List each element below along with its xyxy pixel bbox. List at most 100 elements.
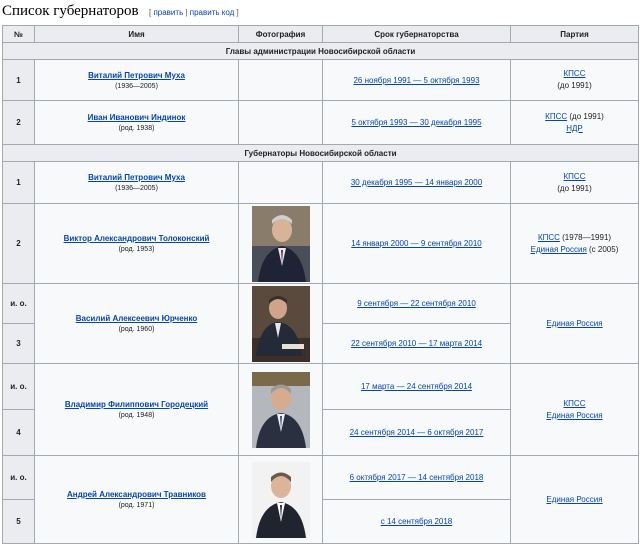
row-number: 4 — [2, 409, 35, 456]
term-link[interactable]: 24 сентября 2014 — 6 октября 2017 — [350, 428, 484, 437]
party-link-kpss[interactable]: КПСС — [538, 233, 560, 242]
party-cell: КПСС Единая Россия — [510, 363, 639, 456]
table-row: и. о. Андрей Александрович Травников (род… — [2, 455, 639, 544]
row-number: 5 — [2, 499, 35, 544]
photo-cell — [238, 203, 323, 284]
photo-cell — [238, 363, 323, 456]
name-cell: Виталий Петрович Муха (1936—2005) — [34, 59, 239, 101]
table-row: и. о. Василий Алексеевич Юрченко (род. 19… — [2, 283, 639, 364]
term-cell: 26 ноября 1991 — 5 октября 1993 — [322, 59, 511, 101]
term-link[interactable]: 14 января 2000 — 9 сентября 2010 — [351, 239, 481, 248]
party-note: (1978—1991) — [559, 232, 612, 242]
term-link[interactable]: 26 ноября 1991 — 5 октября 1993 — [353, 76, 479, 85]
photo-cell — [238, 283, 323, 364]
governor-photo[interactable] — [251, 285, 310, 362]
term-link[interactable]: 6 октября 2017 — 14 сентября 2018 — [350, 473, 484, 482]
party-link-kpss[interactable]: КПСС — [564, 399, 586, 408]
governor-years: (род. 1971) — [118, 502, 155, 509]
section-title: Список губернаторов — [2, 3, 139, 19]
term-cell: 30 декабря 1995 — 14 января 2000 — [322, 161, 511, 204]
party-link-kpss[interactable]: КПСС — [564, 172, 586, 181]
row-number: 2 — [2, 100, 35, 145]
row-number-acting: и. о. — [2, 283, 35, 324]
party-link-er[interactable]: Единая Россия — [546, 411, 602, 420]
party-link-er[interactable]: Единая Россия — [546, 319, 602, 328]
row-number-acting: и. о. — [2, 363, 35, 410]
name-cell: Василий Алексеевич Юрченко (род. 1960) — [34, 283, 239, 364]
term-link[interactable]: с 14 сентября 2018 — [381, 517, 453, 526]
row-number: 3 — [2, 323, 35, 364]
term-link[interactable]: 17 марта — 24 сентября 2014 — [361, 382, 472, 391]
table-row: и. о. Владимир Филиппович Городецкий (род… — [2, 363, 639, 456]
col-header-term: Срок губернаторства — [322, 25, 511, 43]
party-link-ndr[interactable]: НДР — [566, 124, 583, 133]
col-header-party: Партия — [510, 25, 639, 43]
term-cell: 17 марта — 24 сентября 2014 — [322, 363, 511, 410]
party-note: (до 1991) — [567, 111, 604, 121]
party-note: (с 2005) — [586, 244, 619, 254]
section-heading: Список губернаторов [ править | править … — [0, 0, 640, 20]
section-row-heads: Главы администрации Новосибирской област… — [2, 42, 639, 60]
table-header-row: № Имя Фотография Срок губернаторства Пар… — [2, 25, 639, 43]
party-cell: КПСС (1978—1991) Единая Россия (с 2005) — [510, 203, 639, 284]
governor-name-link[interactable]: Виталий Петрович Муха — [37, 173, 236, 182]
row-number-acting: и. о. — [2, 455, 35, 500]
governor-years: (1936—2005) — [115, 185, 158, 192]
governor-name-link[interactable]: Владимир Филиппович Городецкий — [37, 400, 236, 409]
section-row-governors: Губернаторы Новосибирской области — [2, 144, 639, 162]
term-cell: с 14 сентября 2018 — [322, 499, 511, 544]
party-cell: Единая Россия — [510, 283, 639, 364]
governor-name-link[interactable]: Виталий Петрович Муха — [37, 71, 236, 80]
governor-photo[interactable] — [251, 371, 310, 448]
governor-name-link[interactable]: Иван Иванович Индинок — [37, 113, 236, 122]
governor-name-link[interactable]: Василий Алексеевич Юрченко — [37, 314, 236, 323]
edit-links: [ править | править код ] — [149, 8, 239, 17]
party-cell: КПСС (до 1991) — [510, 59, 639, 101]
governors-table: № Имя Фотография Срок губернаторства Пар… — [2, 25, 639, 544]
photo-cell — [238, 161, 323, 204]
party-note: (до 1991) — [557, 81, 592, 90]
name-cell: Виктор Александрович Толоконский (род. 19… — [34, 203, 239, 284]
photo-cell — [238, 455, 323, 544]
table-row: 1 Виталий Петрович Муха (1936—2005) 26 но… — [2, 59, 639, 101]
row-number: 2 — [2, 203, 35, 284]
photo-cell — [238, 100, 323, 145]
photo-cell — [238, 59, 323, 101]
col-header-name: Имя — [34, 25, 239, 43]
term-cell: 24 сентября 2014 — 6 октября 2017 — [322, 409, 511, 456]
governor-photo[interactable] — [251, 205, 310, 282]
name-cell: Владимир Филиппович Городецкий (род. 1948… — [34, 363, 239, 456]
term-link[interactable]: 5 октября 1993 — 30 декабря 1995 — [351, 118, 481, 127]
term-cell: 6 октября 2017 — 14 сентября 2018 — [322, 455, 511, 500]
party-cell: КПСС (до 1991) НДР — [510, 100, 639, 145]
section-governors-title: Губернаторы Новосибирской области — [2, 144, 639, 162]
term-cell: 22 сентября 2010 — 17 марта 2014 — [322, 323, 511, 364]
party-link-er[interactable]: Единая Россия — [531, 245, 587, 254]
col-header-number: № — [2, 25, 35, 43]
party-link-kpss[interactable]: КПСС — [564, 69, 586, 78]
name-cell: Андрей Александрович Травников (род. 1971… — [34, 455, 239, 544]
term-cell: 9 сентября — 22 сентября 2010 — [322, 283, 511, 324]
term-link[interactable]: 22 сентября 2010 — 17 марта 2014 — [351, 339, 482, 348]
governor-years: (1936—2005) — [115, 82, 158, 90]
table-row: 2 Иван Иванович Индинок (род. 1938) 5 окт… — [2, 100, 639, 145]
col-header-photo: Фотография — [238, 25, 323, 43]
row-number: 1 — [2, 161, 35, 204]
row-number: 1 — [2, 59, 35, 101]
term-link[interactable]: 9 сентября — 22 сентября 2010 — [357, 299, 476, 308]
party-link-kpss[interactable]: КПСС — [545, 112, 567, 121]
section-heads-title: Главы администрации Новосибирской област… — [2, 42, 639, 60]
governor-years: (род. 1938) — [118, 125, 155, 132]
edit-code-link[interactable]: править код — [190, 8, 235, 17]
table-row: 2 Виктор Александрович Толоконский (род. … — [2, 203, 639, 284]
governor-photo[interactable] — [251, 461, 310, 538]
term-link[interactable]: 30 декабря 1995 — 14 января 2000 — [351, 178, 482, 187]
name-cell: Иван Иванович Индинок (род. 1938) — [34, 100, 239, 145]
table-row: 1 Виталий Петрович Муха (1936—2005) 30 де… — [2, 161, 639, 204]
governor-years: (род. 1960) — [118, 326, 155, 333]
name-cell: Виталий Петрович Муха (1936—2005) — [34, 161, 239, 204]
edit-link[interactable]: править — [153, 8, 183, 17]
party-link-er[interactable]: Единая Россия — [546, 495, 602, 504]
governor-name-link[interactable]: Андрей Александрович Травников — [37, 490, 236, 499]
governor-name-link[interactable]: Виктор Александрович Толоконский — [37, 234, 236, 243]
